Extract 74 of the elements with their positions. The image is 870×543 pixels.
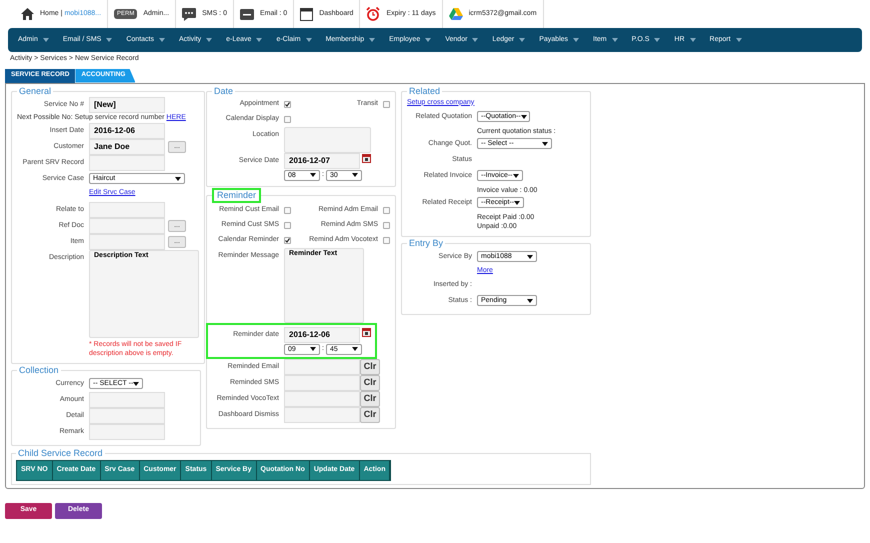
- clear-button[interactable]: Clr: [360, 358, 380, 374]
- caret-icon: [133, 382, 140, 386]
- caret-icon: [425, 38, 432, 42]
- caret-icon: [654, 38, 660, 42]
- section-title: Collection: [18, 364, 60, 376]
- home-icon: [21, 8, 34, 20]
- text-field[interactable]: [89, 392, 165, 408]
- caret-icon: [42, 38, 49, 42]
- checkbox[interactable]: [383, 206, 390, 214]
- text-field[interactable]: 2016-12-07: [284, 152, 360, 168]
- calendar-icon: [362, 154, 371, 162]
- text-field[interactable]: [New]: [89, 96, 165, 112]
- text-field[interactable]: [284, 406, 360, 422]
- caret-icon: [256, 38, 262, 42]
- text-field[interactable]: [284, 390, 360, 406]
- checkbox[interactable]: [284, 236, 291, 244]
- caret-icon: [158, 38, 165, 42]
- caret-icon: [369, 38, 376, 42]
- checkbox[interactable]: [284, 222, 291, 228]
- text-field[interactable]: [284, 358, 360, 374]
- caret-icon: [736, 38, 742, 42]
- checkbox[interactable]: [284, 116, 291, 122]
- section-title: Child Service Record: [17, 446, 104, 460]
- caret-icon: [513, 174, 519, 178]
- caret-icon: [542, 142, 548, 146]
- caret-icon: [352, 173, 358, 177]
- text-field[interactable]: [89, 424, 165, 440]
- section-title: Date: [213, 86, 234, 96]
- caret-icon: [310, 173, 316, 177]
- caret-icon: [612, 38, 618, 42]
- text-field[interactable]: [89, 408, 165, 424]
- section-title: Entry By: [408, 238, 444, 248]
- checkbox[interactable]: [284, 206, 291, 214]
- checkbox[interactable]: [383, 236, 390, 244]
- text-field[interactable]: 2016-12-06: [284, 326, 360, 342]
- checkbox[interactable]: [284, 100, 291, 108]
- caret-icon: [352, 347, 358, 351]
- caret-icon: [175, 176, 181, 180]
- section-title: Related: [408, 86, 442, 96]
- checkbox[interactable]: [383, 222, 390, 228]
- clear-button[interactable]: Clr: [360, 406, 380, 422]
- caret-icon: [527, 298, 533, 302]
- alarm-clock-icon: [366, 7, 380, 21]
- caret-icon: [306, 38, 312, 42]
- caret-icon: [472, 38, 478, 42]
- check-icon: [285, 238, 290, 242]
- caret-icon: [310, 347, 316, 351]
- caret-icon: [106, 38, 112, 42]
- section-title: Reminder: [212, 188, 262, 202]
- drive-logo-icon: [448, 8, 463, 20]
- text-field[interactable]: Jane Doe: [89, 138, 165, 154]
- chat-icon: [182, 8, 196, 20]
- calendar-icon: [300, 8, 314, 20]
- text-field[interactable]: [89, 154, 165, 170]
- clear-button[interactable]: Clr: [360, 390, 380, 406]
- clear-button[interactable]: Clr: [360, 374, 380, 390]
- text-area[interactable]: [284, 126, 371, 152]
- caret-icon: [206, 38, 212, 42]
- caret-icon: [519, 38, 526, 42]
- text-field[interactable]: [89, 202, 165, 218]
- calendar-icon: [362, 328, 371, 336]
- text-field[interactable]: [89, 218, 165, 234]
- checkbox[interactable]: [383, 100, 390, 108]
- caret-icon: [514, 200, 520, 204]
- inbox-icon: [240, 8, 254, 20]
- caret-icon: [520, 114, 527, 118]
- text-field[interactable]: [284, 374, 360, 390]
- text-field[interactable]: [89, 234, 165, 250]
- check-icon: [285, 102, 290, 106]
- section-title: General: [18, 86, 52, 96]
- text-field[interactable]: 2016-12-06: [89, 122, 165, 138]
- caret-icon: [527, 254, 533, 258]
- caret-icon: [573, 38, 580, 42]
- caret-icon: [690, 38, 696, 42]
